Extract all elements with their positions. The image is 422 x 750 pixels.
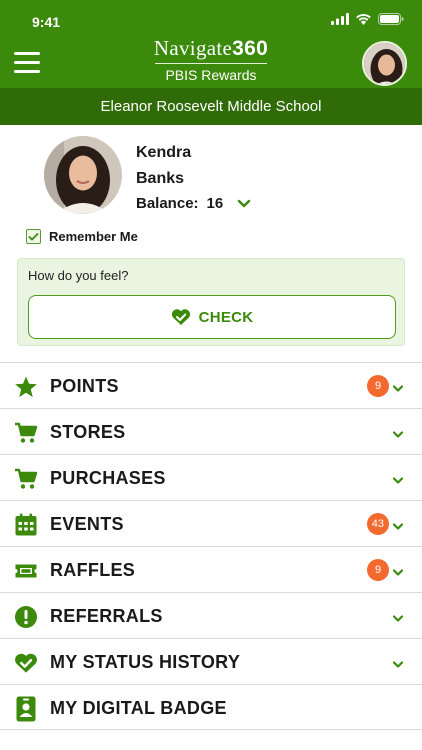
heart-check-icon <box>171 309 190 325</box>
school-name-bar: Eleanor Roosevelt Middle School <box>0 88 422 125</box>
status-bar: 9:41 <box>0 0 422 34</box>
chevron-down-icon[interactable] <box>237 199 251 209</box>
chevron-down-icon[interactable] <box>392 519 404 530</box>
chevron-down-icon[interactable] <box>392 611 404 622</box>
menu-item-label: MY DIGITAL BADGE <box>50 698 227 718</box>
menu-item-label: REFERRALS <box>50 606 163 626</box>
menu-item-label: RAFFLES <box>50 560 136 580</box>
brand-text: Navigate <box>153 36 233 60</box>
balance-value: 16 <box>206 195 224 212</box>
menu-item-purchases[interactable]: PURCHASES <box>0 454 422 500</box>
brand-logo: Navigate360 PBIS Rewards <box>0 36 422 83</box>
profile-photo-image <box>44 136 122 214</box>
brand-subtitle: PBIS Rewards <box>165 67 257 83</box>
menu-item-raffles[interactable]: RAFFLES 9 <box>0 546 422 592</box>
heart-check-icon <box>14 651 38 675</box>
signal-icon <box>331 13 349 25</box>
menu-item-points[interactable]: POINTS 9 <box>0 362 422 408</box>
student-first-name: Kendra <box>136 144 192 161</box>
menu-item-my-digital-badge[interactable]: MY DIGITAL BADGE <box>0 684 422 730</box>
wifi-icon <box>356 13 371 25</box>
chevron-down-icon[interactable] <box>392 565 404 576</box>
checkmark-icon <box>28 232 39 241</box>
status-time: 9:41 <box>32 14 61 30</box>
ticket-icon <box>14 559 38 583</box>
feelings-card: How do you feel? CHECK <box>17 258 405 346</box>
id-badge-icon <box>14 696 38 722</box>
balance-label: Balance: <box>136 195 199 212</box>
menu-item-label: EVENTS <box>50 514 124 534</box>
battery-icon <box>378 13 404 25</box>
cart-icon <box>14 421 38 445</box>
star-icon <box>14 375 38 399</box>
menu-item-label: MY STATUS HISTORY <box>50 652 241 672</box>
profile-photo <box>44 136 122 214</box>
remember-me-label: Remember Me <box>49 229 138 244</box>
remember-me[interactable]: Remember Me <box>26 229 138 244</box>
menu-list: POINTS 9 STORES PURCHASES EVENTS 43 RAFFLES 9 RE… <box>0 362 422 730</box>
cart-icon <box>14 467 38 491</box>
chevron-down-icon[interactable] <box>392 427 404 438</box>
remember-me-checkbox[interactable] <box>26 229 41 244</box>
menu-item-events[interactable]: EVENTS 43 <box>0 500 422 546</box>
chevron-down-icon[interactable] <box>392 381 404 392</box>
brand-number: 360 <box>232 37 269 60</box>
chevron-down-icon[interactable] <box>392 473 404 484</box>
feelings-prompt: How do you feel? <box>28 268 129 283</box>
calendar-icon <box>14 513 38 537</box>
student-last-name: Banks <box>136 170 185 187</box>
brand-name: Navigate360 <box>0 36 422 61</box>
menu-item-referrals[interactable]: REFERRALS <box>0 592 422 638</box>
balance-row[interactable]: Balance: 16 <box>136 195 251 212</box>
status-icons <box>331 13 404 25</box>
exclamation-icon <box>14 605 38 629</box>
count-badge: 9 <box>367 559 389 581</box>
chevron-down-icon[interactable] <box>392 657 404 668</box>
count-badge: 9 <box>367 375 389 397</box>
check-feelings-button[interactable]: CHECK <box>28 295 396 339</box>
menu-item-label: POINTS <box>50 376 119 396</box>
brand-divider <box>155 63 267 64</box>
count-badge: 43 <box>366 513 389 535</box>
menu-item-my-status-history[interactable]: MY STATUS HISTORY <box>0 638 422 684</box>
menu-item-label: STORES <box>50 422 126 442</box>
check-button-label: CHECK <box>198 308 254 326</box>
app-header: 9:41 Navigate360 PBIS Rewards <box>0 0 422 88</box>
user-avatar-button[interactable] <box>362 41 407 86</box>
menu-item-label: PURCHASES <box>50 468 166 488</box>
menu-item-stores[interactable]: STORES <box>0 408 422 454</box>
